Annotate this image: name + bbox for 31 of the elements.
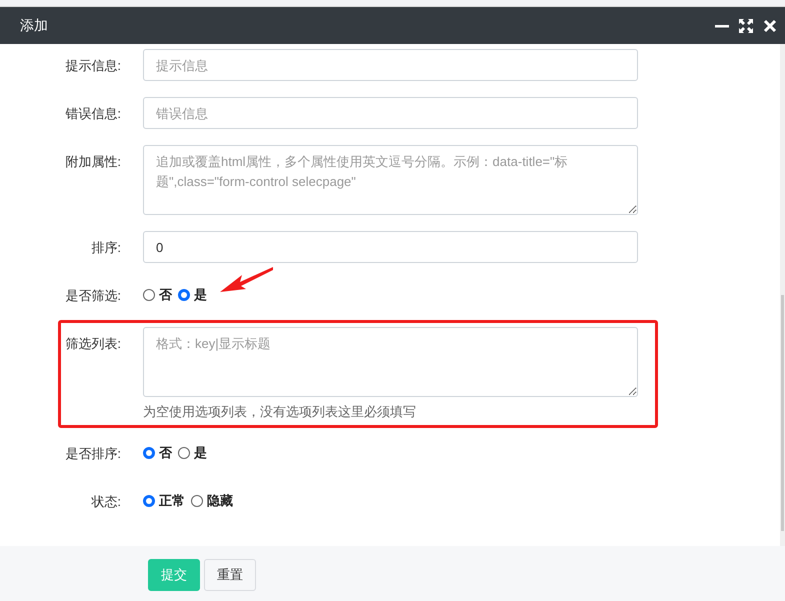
reset-button[interactable]: 重置: [204, 559, 256, 591]
radio-option[interactable]: 是: [178, 286, 207, 304]
field-label: 提示信息:: [64, 57, 121, 75]
field-label: 是否筛选:: [64, 287, 121, 305]
text-field[interactable]: 提示信息: [143, 49, 638, 81]
text-field[interactable]: 0: [143, 231, 638, 263]
radio-button[interactable]: [178, 447, 190, 459]
help-text: 为空使用选项列表，没有选项列表这里必须填写: [143, 403, 417, 421]
field-label: 错误信息:: [64, 105, 121, 123]
window-title: 添加: [20, 16, 49, 34]
textarea-field[interactable]: 追加或覆盖html属性，多个属性使用英文逗号分隔。示例：data-title="标题",class="form-control selecpage": [143, 145, 638, 215]
radio-option[interactable]: 否: [143, 286, 172, 304]
radio-button[interactable]: [191, 495, 203, 507]
radio-option[interactable]: 隐藏: [191, 492, 233, 510]
text-field[interactable]: 错误信息: [143, 97, 638, 129]
field-label: 排序:: [90, 239, 121, 257]
radio-option[interactable]: 否: [143, 444, 172, 462]
radio-option[interactable]: 正常: [143, 492, 185, 510]
scrollbar-thumb[interactable]: [781, 295, 784, 531]
radio-button[interactable]: [178, 289, 190, 301]
radio-button[interactable]: [143, 495, 155, 507]
radio-button[interactable]: [143, 289, 155, 301]
maximize-icon[interactable]: [739, 18, 753, 32]
field-label: 状态:: [90, 493, 121, 511]
radio-button[interactable]: [143, 447, 155, 459]
field-label: 筛选列表:: [64, 335, 121, 353]
field-label: 附加属性:: [64, 153, 121, 171]
textarea-field[interactable]: 格式：key|显示标题: [143, 327, 638, 397]
radio-option[interactable]: 是: [178, 444, 207, 462]
close-icon[interactable]: [763, 18, 777, 32]
field-label: 是否排序:: [64, 445, 121, 463]
